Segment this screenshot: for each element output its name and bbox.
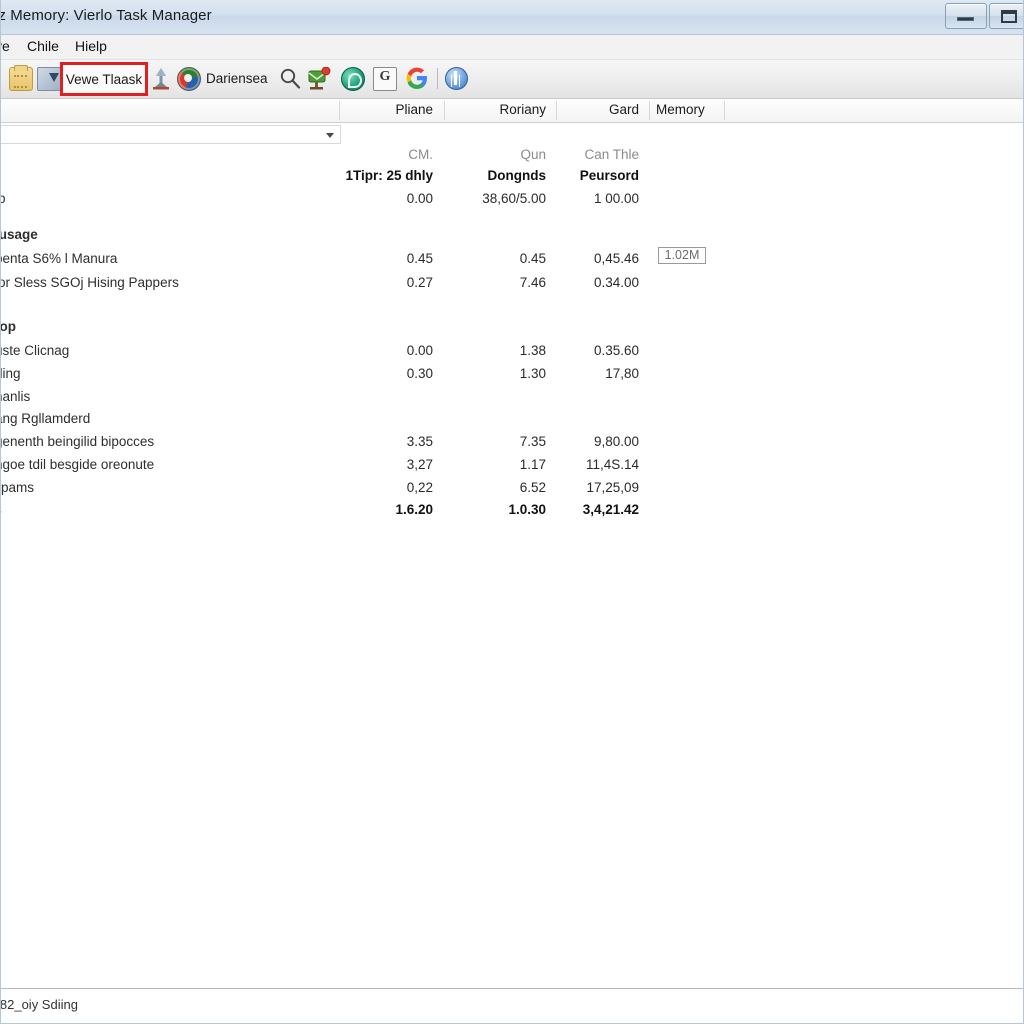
row-cell-col1: 0.00 bbox=[406, 343, 433, 358]
row-label[interactable]: ior Sless SGOj Hising Pappers bbox=[1, 275, 179, 290]
green-mailbox-icon[interactable] bbox=[307, 66, 331, 90]
subheader-bold-col1: 1Tipr: 25 dhly bbox=[345, 168, 433, 183]
subheader-muted-col2: Qun bbox=[520, 147, 546, 162]
row-cell-col2: 6.52 bbox=[519, 480, 546, 495]
column-separator[interactable] bbox=[649, 101, 650, 120]
tricolor-circle-icon[interactable] bbox=[177, 67, 201, 91]
row-cell-col3: 17,25,09 bbox=[586, 480, 639, 495]
row-label[interactable]: lipams bbox=[1, 480, 34, 495]
subheader-muted-col3: Can Thle bbox=[584, 147, 639, 162]
filter-combobox[interactable] bbox=[1, 125, 341, 144]
process-grid: CM. Qun Can Thle 1.02M 1Tipr: 25 dhly Do… bbox=[1, 123, 1023, 979]
menu-item-file[interactable]: ve bbox=[1, 38, 12, 54]
column-header-pliane[interactable]: Pliane bbox=[301, 102, 433, 117]
row-label[interactable]: benta S6% l Manura bbox=[1, 251, 117, 266]
subheader-bold-col2: Dongnds bbox=[487, 168, 547, 183]
minimize-icon bbox=[957, 17, 974, 21]
row-cell-col1: 0,22 bbox=[406, 480, 433, 495]
row-cell-col3: 17,80 bbox=[605, 366, 639, 381]
column-separator[interactable] bbox=[724, 101, 725, 120]
status-bar: l82_oiy Sdiing bbox=[1, 988, 1023, 1023]
column-header-gard[interactable]: Gard bbox=[541, 102, 639, 117]
maximize-icon bbox=[1001, 10, 1017, 23]
row-cell-col1: 0.30 bbox=[406, 366, 433, 381]
search-icon[interactable] bbox=[279, 67, 301, 89]
person-antenna-icon[interactable] bbox=[151, 67, 171, 90]
subheader-bold-col3: Peursord bbox=[579, 168, 639, 183]
folder-icon[interactable] bbox=[9, 65, 33, 91]
toolbar-divider bbox=[437, 68, 438, 89]
view-task-label: Vewe Tlaask bbox=[65, 72, 143, 87]
title-bar: iz Memory: Vierlo Task Manager bbox=[1, 0, 1023, 35]
row-cell-col1: 3,27 bbox=[406, 457, 433, 472]
view-task-button[interactable]: Vewe Tlaask bbox=[60, 62, 148, 96]
row-label[interactable]: uste Clicnag bbox=[1, 343, 69, 358]
task-manager-window: iz Memory: Vierlo Task Manager ve Chile … bbox=[0, 0, 1024, 1024]
row-cell-col3: 0.35.60 bbox=[593, 343, 639, 358]
row-cell-col1: 1.6.20 bbox=[395, 502, 433, 517]
row-cell-col2: 1.0.30 bbox=[508, 502, 546, 517]
defense-label: Dariensea bbox=[206, 71, 268, 86]
toolbar: Vewe Tlaask Dariensea bbox=[1, 60, 1023, 99]
table-column-header: Pliane Roriany Gard Memory bbox=[1, 99, 1023, 123]
row-cell-col1: 3.35 bbox=[406, 434, 433, 449]
menu-bar: ve Chile Hielp bbox=[1, 35, 1023, 60]
save-down-icon[interactable] bbox=[37, 67, 61, 91]
row-cell-col3: 9,80.00 bbox=[593, 434, 639, 449]
status-text: l82_oiy Sdiing bbox=[0, 997, 78, 1012]
row-label[interactable]: ding bbox=[1, 366, 21, 381]
chevron-down-icon bbox=[326, 133, 334, 138]
row-cell-col3: 0,45.46 bbox=[593, 251, 639, 266]
row-label[interactable]: ip bbox=[1, 191, 6, 206]
column-header-memory[interactable]: Memory bbox=[656, 102, 712, 117]
row-cell-col1: 0.27 bbox=[406, 275, 433, 290]
row-label[interactable]: ngoe tdil besgide oreonute bbox=[1, 457, 154, 472]
memory-value-box[interactable]: 1.02M bbox=[658, 247, 706, 264]
row-label[interactable]: s bbox=[1, 502, 2, 517]
menu-item-help[interactable]: Hielp bbox=[73, 38, 109, 54]
row-label[interactable]: ang Rgllamderd bbox=[1, 411, 90, 426]
row-label[interactable]: lusage bbox=[1, 227, 38, 242]
blue-globe-icon[interactable] bbox=[445, 67, 468, 90]
window-title: iz Memory: Vierlo Task Manager bbox=[1, 7, 212, 24]
g-box-icon[interactable] bbox=[373, 67, 397, 91]
row-cell-col2: 1.30 bbox=[519, 366, 546, 381]
row-cell-col2: 1.17 bbox=[519, 457, 546, 472]
row-cell-col2: 38,60/5.00 bbox=[482, 191, 546, 206]
row-cell-col1: 0.45 bbox=[406, 251, 433, 266]
column-header-roriany[interactable]: Roriany bbox=[421, 102, 546, 117]
row-cell-col2: 7.46 bbox=[519, 275, 546, 290]
row-cell-col3: 0.34.00 bbox=[593, 275, 639, 290]
green-swirl-icon[interactable] bbox=[341, 67, 365, 91]
google-icon[interactable] bbox=[405, 66, 429, 90]
row-label[interactable]: top bbox=[1, 319, 16, 334]
row-cell-col2: 7.35 bbox=[519, 434, 546, 449]
row-cell-col2: 1.38 bbox=[519, 343, 546, 358]
row-cell-col3: 11,4S.14 bbox=[585, 457, 639, 472]
maximize-button[interactable] bbox=[989, 3, 1023, 29]
row-cell-col2: 0.45 bbox=[519, 251, 546, 266]
row-cell-col1: 0.00 bbox=[406, 191, 433, 206]
menu-item-chile[interactable]: Chile bbox=[25, 38, 61, 54]
memory-value: 1.02M bbox=[664, 248, 700, 262]
row-cell-col3: 3,4,21.42 bbox=[582, 502, 639, 517]
subheader-muted-col1: CM. bbox=[408, 147, 433, 162]
minimize-button[interactable] bbox=[945, 3, 987, 29]
row-label[interactable]: nanlis bbox=[1, 389, 30, 404]
row-label[interactable]: genenth beingilid bipocces bbox=[1, 434, 154, 449]
row-cell-col3: 1 00.00 bbox=[593, 191, 639, 206]
